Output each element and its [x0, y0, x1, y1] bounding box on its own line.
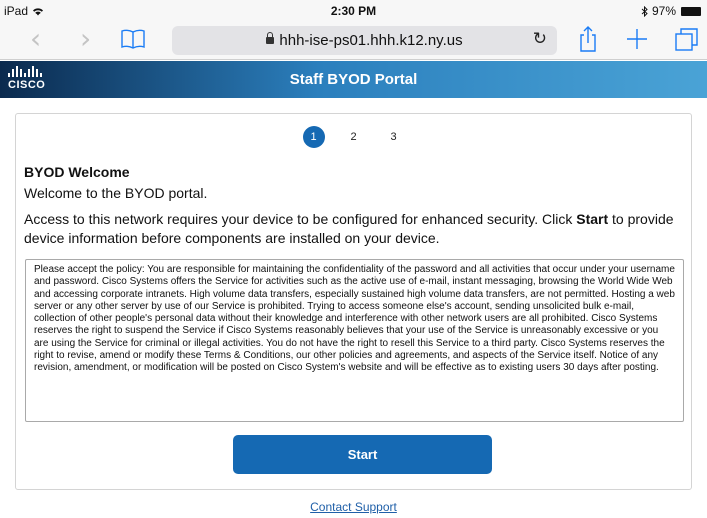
- status-right: 97%: [641, 4, 701, 18]
- browser-toolbar: ‹ › hhh-ise-ps01.hhh.k12.ny.us ↻: [0, 22, 707, 60]
- reload-icon[interactable]: ↻: [533, 29, 547, 49]
- forward-icon[interactable]: ›: [80, 24, 91, 54]
- new-tab-icon[interactable]: [626, 27, 648, 51]
- portal-header: CISCO Staff BYOD Portal: [0, 61, 707, 98]
- tabs-icon[interactable]: [674, 26, 700, 52]
- lock-icon: [266, 32, 275, 44]
- start-button[interactable]: Start: [233, 435, 492, 474]
- address-bar[interactable]: hhh-ise-ps01.hhh.k12.ny.us ↻: [172, 26, 557, 55]
- welcome-card: 1 2 3 BYOD Welcome Welcome to the BYOD p…: [15, 113, 692, 490]
- battery-percent: 97%: [651, 4, 676, 18]
- access-instructions: Access to this network requires your dev…: [24, 211, 674, 246]
- step-2: 2: [350, 131, 357, 143]
- url-text: hhh-ise-ps01.hhh.k12.ny.us: [279, 32, 463, 49]
- battery-icon: [681, 6, 701, 16]
- bluetooth-icon: [641, 5, 648, 17]
- share-icon[interactable]: [578, 25, 598, 53]
- start-keyword: Start: [576, 211, 609, 227]
- portal-title: Staff BYOD Portal: [289, 71, 418, 88]
- policy-textarea[interactable]: Please accept the policy: You are respon…: [25, 259, 684, 422]
- status-bar: iPad 2:30 PM 97%: [0, 0, 707, 22]
- bookmarks-icon[interactable]: [120, 27, 146, 51]
- step-indicator: 1 2 3: [16, 126, 691, 148]
- status-time: 2:30 PM: [330, 4, 377, 18]
- contact-support-link[interactable]: Contact Support: [0, 500, 707, 514]
- step-3: 3: [390, 131, 397, 143]
- page-title: BYOD Welcome: [24, 164, 130, 180]
- back-icon[interactable]: ‹: [30, 24, 41, 54]
- step-1: 1: [302, 126, 325, 148]
- welcome-message: Welcome to the BYOD portal.: [24, 185, 208, 201]
